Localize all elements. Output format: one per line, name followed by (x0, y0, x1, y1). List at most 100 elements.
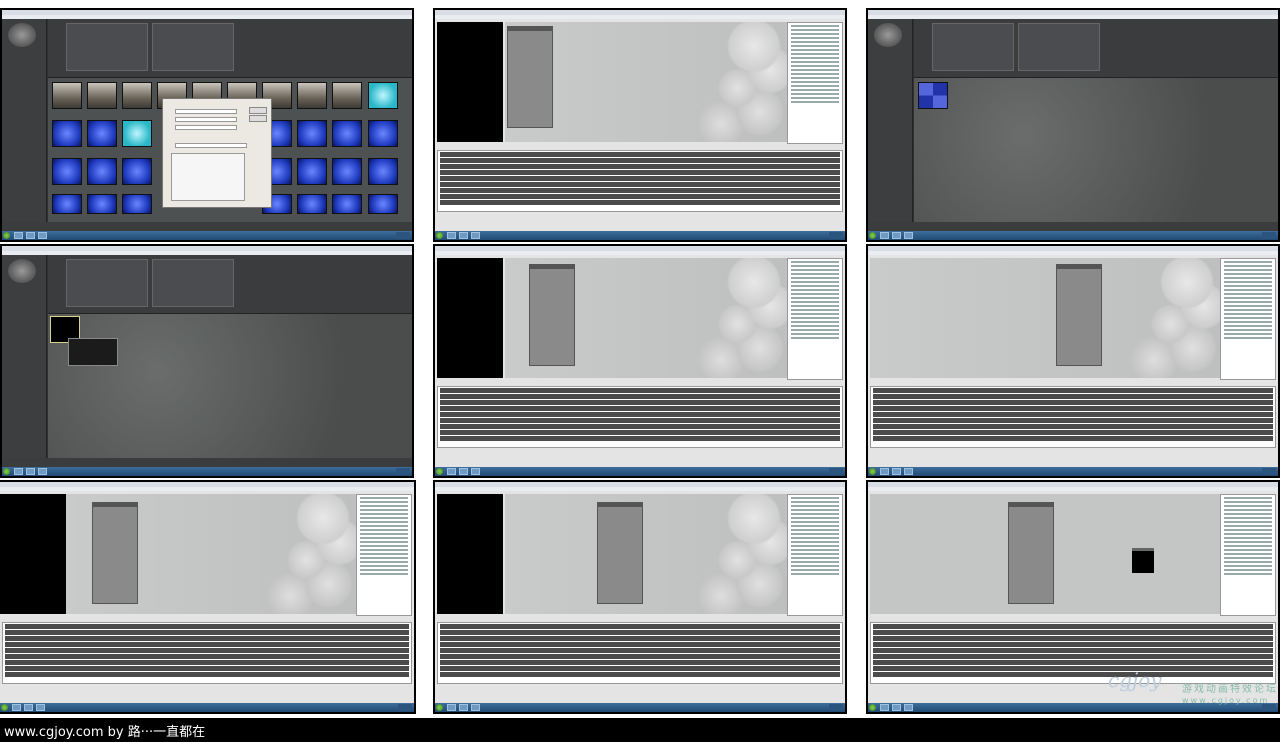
texture-thumbnail[interactable] (918, 82, 948, 109)
thumbnail[interactable] (297, 194, 327, 214)
type-list[interactable] (152, 259, 234, 307)
material-preview[interactable] (437, 22, 503, 142)
taskbar-button[interactable] (892, 704, 901, 711)
taskbar-button[interactable] (36, 704, 45, 711)
cancel-button[interactable] (249, 115, 267, 122)
properties-panel[interactable] (437, 386, 843, 448)
material-node[interactable] (507, 26, 553, 128)
taskbar-button[interactable] (447, 232, 456, 239)
expressions-list[interactable] (1220, 494, 1276, 616)
properties-panel[interactable] (2, 622, 412, 684)
expressions-list[interactable] (787, 22, 843, 144)
node-canvas[interactable] (505, 258, 787, 378)
start-button-icon[interactable] (3, 468, 10, 475)
thumbnail[interactable] (52, 158, 82, 185)
taskbar-button[interactable] (26, 468, 35, 475)
thumbnail[interactable] (332, 120, 362, 147)
material-preview[interactable] (0, 494, 66, 614)
taskbar-button[interactable] (880, 468, 889, 475)
thumbnail[interactable] (52, 82, 82, 109)
factory-select[interactable] (175, 143, 247, 148)
taskbar-button[interactable] (14, 232, 23, 239)
ok-button[interactable] (249, 107, 267, 114)
taskbar-button[interactable] (471, 704, 480, 711)
taskbar-button[interactable] (880, 232, 889, 239)
options-panel[interactable] (171, 153, 245, 201)
taskbar-button[interactable] (14, 468, 23, 475)
taskbar-button[interactable] (12, 704, 21, 711)
taskbar-button[interactable] (904, 468, 913, 475)
taskbar-button[interactable] (24, 704, 33, 711)
taskbar-button[interactable] (459, 232, 468, 239)
material-preview[interactable] (437, 258, 503, 378)
package-field[interactable] (175, 109, 237, 114)
thumbnail[interactable] (122, 82, 152, 109)
material-node[interactable] (1008, 502, 1054, 604)
filter-list[interactable] (66, 23, 148, 71)
import-dialog[interactable] (162, 98, 272, 208)
thumbnail[interactable] (368, 82, 398, 109)
properties-panel[interactable] (437, 150, 843, 212)
node-canvas[interactable] (505, 494, 787, 614)
thumbnail[interactable] (368, 158, 398, 185)
properties-panel[interactable] (870, 622, 1276, 684)
taskbar-button[interactable] (38, 232, 47, 239)
constant-node[interactable] (1132, 548, 1154, 573)
taskbar-button[interactable] (904, 232, 913, 239)
type-list[interactable] (1018, 23, 1100, 71)
thumbnail[interactable] (368, 120, 398, 147)
node-canvas[interactable] (870, 258, 1220, 378)
thumbnail[interactable] (87, 82, 117, 109)
packages-panel[interactable] (868, 19, 913, 224)
taskbar-button[interactable] (459, 468, 468, 475)
packages-panel[interactable] (2, 19, 47, 224)
thumbnail[interactable] (122, 194, 152, 214)
taskbar-button[interactable] (26, 232, 35, 239)
expressions-list[interactable] (1220, 258, 1276, 380)
node-canvas[interactable] (66, 494, 356, 614)
start-button-icon[interactable] (869, 468, 876, 475)
taskbar-button[interactable] (447, 704, 456, 711)
material-node[interactable] (597, 502, 643, 604)
grouping-field[interactable] (175, 117, 237, 122)
taskbar-button[interactable] (892, 232, 901, 239)
start-button-icon[interactable] (869, 232, 876, 239)
thumbnail[interactable] (297, 82, 327, 109)
taskbar-button[interactable] (904, 704, 913, 711)
thumbnail[interactable] (297, 158, 327, 185)
taskbar-button[interactable] (471, 232, 480, 239)
thumbnail[interactable] (297, 120, 327, 147)
start-button-icon[interactable] (1, 704, 8, 711)
start-button-icon[interactable] (869, 704, 876, 711)
start-button-icon[interactable] (436, 232, 443, 239)
thumbnail[interactable] (87, 158, 117, 185)
properties-panel[interactable] (437, 622, 843, 684)
filter-list[interactable] (66, 259, 148, 307)
taskbar-button[interactable] (880, 704, 889, 711)
taskbar-button[interactable] (38, 468, 47, 475)
taskbar-button[interactable] (459, 704, 468, 711)
taskbar-button[interactable] (892, 468, 901, 475)
thumbnail[interactable] (52, 194, 82, 214)
footer-credit[interactable]: www.cgjoy.com by 路···一直都在 (4, 721, 205, 740)
thumbnail[interactable] (332, 158, 362, 185)
taskbar-button[interactable] (471, 468, 480, 475)
thumbnail[interactable] (87, 120, 117, 147)
thumbnail[interactable] (332, 82, 362, 109)
node-canvas[interactable] (870, 494, 1220, 614)
taskbar-button[interactable] (447, 468, 456, 475)
expressions-list[interactable] (356, 494, 412, 616)
thumbnail[interactable] (52, 120, 82, 147)
start-button-icon[interactable] (436, 468, 443, 475)
packages-panel[interactable] (2, 255, 47, 460)
properties-panel[interactable] (870, 386, 1276, 448)
name-field[interactable] (175, 125, 237, 130)
thumbnail[interactable] (87, 194, 117, 214)
start-button-icon[interactable] (3, 232, 10, 239)
expressions-list[interactable] (787, 258, 843, 380)
thumbnail[interactable] (368, 194, 398, 214)
type-list[interactable] (152, 23, 234, 71)
thumbnail[interactable] (122, 158, 152, 185)
thumbnail[interactable] (332, 194, 362, 214)
material-node[interactable] (1056, 264, 1102, 366)
